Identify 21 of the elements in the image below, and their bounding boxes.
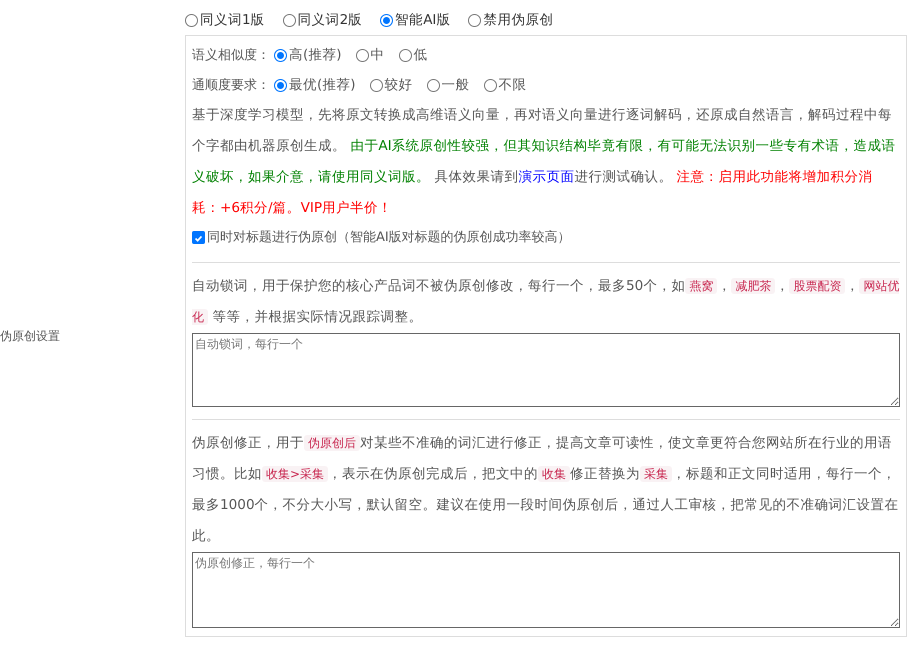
mode-radio[interactable]: 同义词1版 <box>185 11 265 29</box>
title-checkbox[interactable]: 同时对标题进行伪原创（智能AI版对标题的伪原创成功率较高） <box>192 224 900 250</box>
mode-radio[interactable]: 智能AI版 <box>380 11 450 29</box>
fluency-radio[interactable]: 最优(推荐) <box>274 76 356 94</box>
corrections-description: 伪原创修正，用于 伪原创后 对某些不准确的词汇进行修正，提高文章可读性，使文章更符合您网站所在行业的用语习惯。比如 收集>采集 ，表示在伪原创完成后，把文中的 收集 修正替换为 采集 ，标题和正文同时适用，每行一个，最多1000个，不分大小写，默认留空。建议在使用一段时间伪原创后，通过人工审核，把常见的不准确词汇设置在此。 <box>192 434 900 546</box>
similarity-radio[interactable]: 低 <box>398 46 428 64</box>
description-paragraph: 基于深度学习模型，先将原文转换成高维语义向量，再对语义向量进行逐词解码，还原成自然语言，解码过程中每个字都由机器原创生成。 由于AI系统原创性较强，但其知识结构毕竟有限，有可能无法识别一些专有术语，造成语义破坏，如果介意，请使用同义词版。 具体效果请到演示页面进行测试确认。 注意：启用此功能将增加积分消耗：+6积分/篇。VIP用户半价！ <box>192 106 897 218</box>
lock-words-field[interactable]: 自动锁词，每行一个 <box>192 333 900 407</box>
similarity-radio[interactable]: 中 <box>356 46 385 64</box>
demo-link[interactable]: 演示页面 <box>518 169 574 185</box>
mode-radio[interactable]: 禁用伪原创 <box>468 11 554 29</box>
option-label: 语义相似度： <box>192 47 270 64</box>
option-label: 通顺度要求： <box>192 77 270 94</box>
lock-words-description: 自动锁词，用于保护您的核心产品词不被伪原创修改，每行一个，最多50个，如 燕窝 ， 减肥茶 ， 股票配资 ， 网站优化 等等，并根据实际情况跟踪调整。 <box>192 277 900 327</box>
corrections-field[interactable]: 伪原创修正，每行一个 <box>192 552 900 628</box>
mode-radio[interactable]: 同义词2版 <box>282 11 362 29</box>
section-label: 伪原创设置 <box>0 328 60 342</box>
fluency-radio[interactable]: 较好 <box>370 76 413 94</box>
fluency-radio[interactable]: 一般 <box>426 76 470 94</box>
similarity-radio[interactable]: 高(推荐) <box>274 46 342 64</box>
fluency-radio[interactable]: 不限 <box>484 76 527 94</box>
